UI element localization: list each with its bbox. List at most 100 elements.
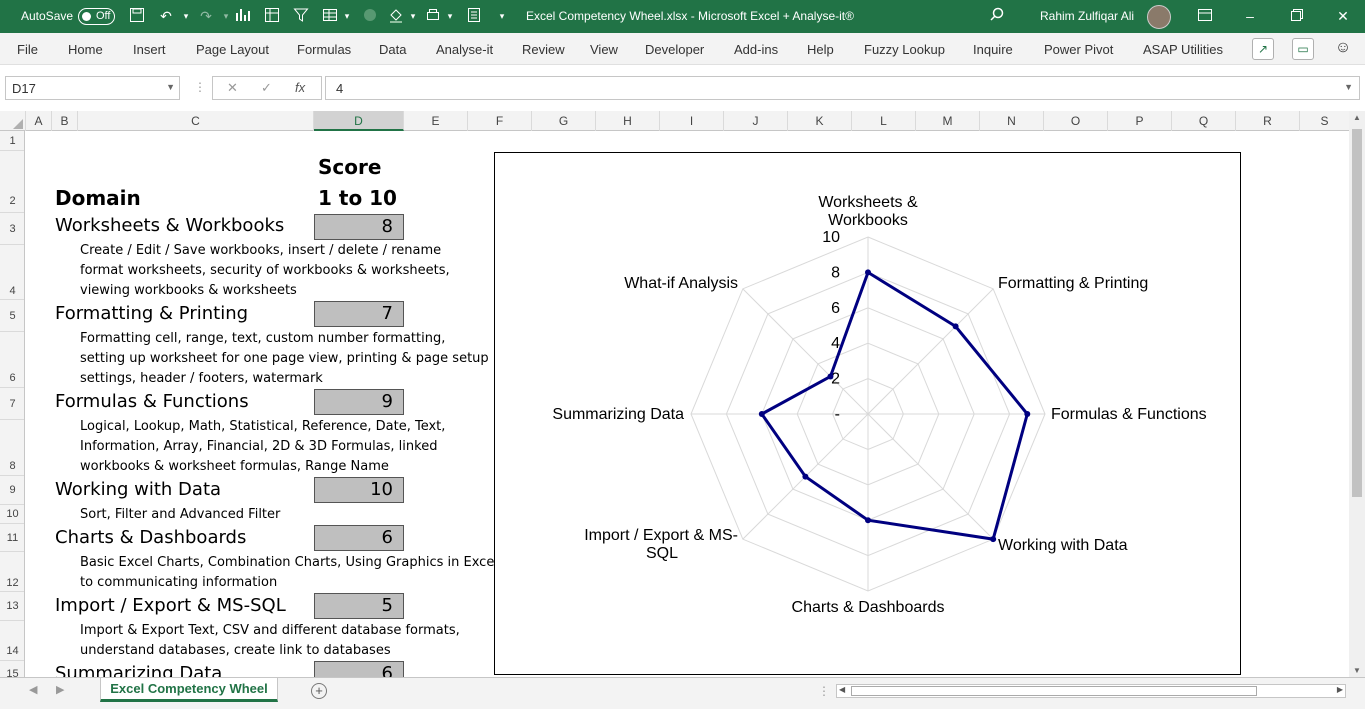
autosave-toggle[interactable]: Off (78, 8, 115, 25)
row-header[interactable]: 5 (0, 300, 24, 332)
menu-data[interactable]: Data (379, 42, 406, 57)
column-header-q[interactable]: Q (1172, 111, 1236, 131)
menu-developer[interactable]: Developer (645, 42, 704, 57)
menu-help[interactable]: Help (807, 42, 834, 57)
menu-page-layout[interactable]: Page Layout (196, 42, 269, 57)
column-header-m[interactable]: M (916, 111, 980, 131)
column-header-a[interactable]: A (26, 111, 52, 131)
scroll-left-icon[interactable]: ◀ (839, 685, 845, 694)
row-header[interactable]: 8 (0, 420, 24, 476)
score-cell[interactable]: 7 (314, 301, 404, 327)
menu-fuzzy-lookup[interactable]: Fuzzy Lookup (864, 42, 945, 57)
tab-prev-icon[interactable]: ◀ (29, 683, 37, 696)
column-header-h[interactable]: H (596, 111, 660, 131)
row-header[interactable]: 11 (0, 524, 24, 552)
row-header[interactable]: 6 (0, 332, 24, 388)
menu-analyse-it[interactable]: Analyse-it (436, 42, 493, 57)
undo-dropdown-icon[interactable]: ▾ (176, 7, 196, 25)
menu-formulas[interactable]: Formulas (297, 42, 351, 57)
menu-review[interactable]: Review (522, 42, 565, 57)
insert-function-icon[interactable]: fx (295, 80, 305, 95)
save-icon[interactable] (127, 7, 147, 25)
sheet-tab-excel-competency-wheel[interactable]: Excel Competency Wheel (100, 678, 278, 702)
expand-formula-bar-icon[interactable]: ▼ (1344, 82, 1353, 92)
customize-qat-icon[interactable]: ▾ (492, 7, 512, 25)
share-icon[interactable]: ↗ (1252, 38, 1274, 60)
redo-icon[interactable]: ↷ (196, 7, 216, 25)
search-icon[interactable] (987, 7, 1007, 25)
row-header[interactable]: 15 (0, 661, 24, 677)
column-header-f[interactable]: F (468, 111, 532, 131)
row-header[interactable]: 2 (0, 151, 24, 213)
score-cell[interactable]: 10 (314, 477, 404, 503)
scroll-right-icon[interactable]: ▶ (1337, 685, 1343, 694)
column-header-g[interactable]: G (532, 111, 596, 131)
score-cell[interactable]: 5 (314, 593, 404, 619)
tab-next-icon[interactable]: ▶ (56, 683, 64, 696)
score-cell[interactable]: 9 (314, 389, 404, 415)
score-cell[interactable]: 6 (314, 661, 404, 677)
scroll-thumb[interactable] (851, 686, 1257, 696)
row-header[interactable]: 4 (0, 245, 24, 300)
close-icon[interactable]: ✕ (1333, 6, 1353, 26)
chart-icon[interactable] (233, 7, 253, 25)
menu-add-ins[interactable]: Add-ins (734, 42, 778, 57)
formula-input[interactable]: 4 ▼ (325, 76, 1360, 100)
scroll-up-icon[interactable]: ▲ (1353, 113, 1361, 122)
menu-view[interactable]: View (590, 42, 618, 57)
column-header-p[interactable]: P (1108, 111, 1172, 131)
row-header[interactable]: 12 (0, 552, 24, 592)
radar-chart[interactable]: -2 4 6 8 10 Worksheets & Workbooks Formatting &… (494, 152, 1241, 675)
scroll-thumb[interactable] (1352, 129, 1362, 497)
menu-file[interactable]: File (17, 42, 38, 57)
freeze-panes-icon[interactable] (262, 7, 282, 25)
menu-inquire[interactable]: Inquire (973, 42, 1013, 57)
row-header[interactable]: 7 (0, 388, 24, 420)
column-header-b[interactable]: B (52, 111, 78, 131)
column-header-r[interactable]: R (1236, 111, 1300, 131)
score-cell[interactable]: 6 (314, 525, 404, 551)
splitter-icon[interactable]: ⋮ (818, 684, 830, 698)
menu-home[interactable]: Home (68, 42, 103, 57)
add-sheet-icon[interactable]: + (311, 683, 327, 699)
worksheet-grid[interactable]: Score Domain 1 to 10 Worksheets & Workbo… (26, 131, 1348, 677)
undo-icon[interactable]: ↶ (156, 7, 176, 25)
fill-color-dropdown-icon[interactable]: ▾ (403, 7, 423, 25)
name-box[interactable]: D17 ▼ (5, 76, 180, 100)
menu-insert[interactable]: Insert (133, 42, 166, 57)
record-icon[interactable] (360, 7, 380, 25)
chevron-down-icon[interactable]: ▼ (166, 82, 175, 92)
restore-icon[interactable] (1287, 6, 1307, 26)
column-header-n[interactable]: N (980, 111, 1044, 131)
column-header-k[interactable]: K (788, 111, 852, 131)
row-header[interactable]: 14 (0, 621, 24, 661)
feedback-smiley-icon[interactable]: ☺ (1332, 38, 1354, 60)
select-all-corner[interactable] (0, 111, 26, 131)
column-header-i[interactable]: I (660, 111, 724, 131)
avatar[interactable] (1147, 5, 1171, 29)
scroll-down-icon[interactable]: ▼ (1353, 666, 1361, 675)
menu-power-pivot[interactable]: Power Pivot (1044, 42, 1113, 57)
print-dropdown-icon[interactable]: ▾ (440, 7, 460, 25)
row-header[interactable]: 10 (0, 505, 24, 524)
score-cell[interactable]: 8 (314, 214, 404, 240)
cancel-icon[interactable]: ✕ (227, 80, 238, 96)
row-header[interactable]: 3 (0, 213, 24, 245)
horizontal-scrollbar[interactable]: ◀ ▶ (836, 684, 1346, 698)
column-header-j[interactable]: J (724, 111, 788, 131)
row-header[interactable]: 1 (0, 131, 24, 151)
enter-icon[interactable]: ✓ (261, 80, 272, 96)
column-header-d[interactable]: D (314, 111, 404, 131)
comments-icon[interactable]: ▭ (1292, 38, 1314, 60)
form-icon[interactable] (464, 7, 484, 25)
menu-asap-utilities[interactable]: ASAP Utilities (1143, 42, 1223, 57)
row-header[interactable]: 9 (0, 476, 24, 505)
filter-icon[interactable] (291, 7, 311, 25)
ribbon-display-icon[interactable] (1195, 6, 1215, 26)
column-header-c[interactable]: C (78, 111, 314, 131)
minimize-icon[interactable]: – (1240, 6, 1260, 26)
column-header-o[interactable]: O (1044, 111, 1108, 131)
table-dropdown-icon[interactable]: ▾ (337, 7, 357, 25)
vertical-scrollbar[interactable]: ▲ ▼ (1349, 111, 1365, 677)
column-header-s[interactable]: S (1300, 111, 1350, 131)
